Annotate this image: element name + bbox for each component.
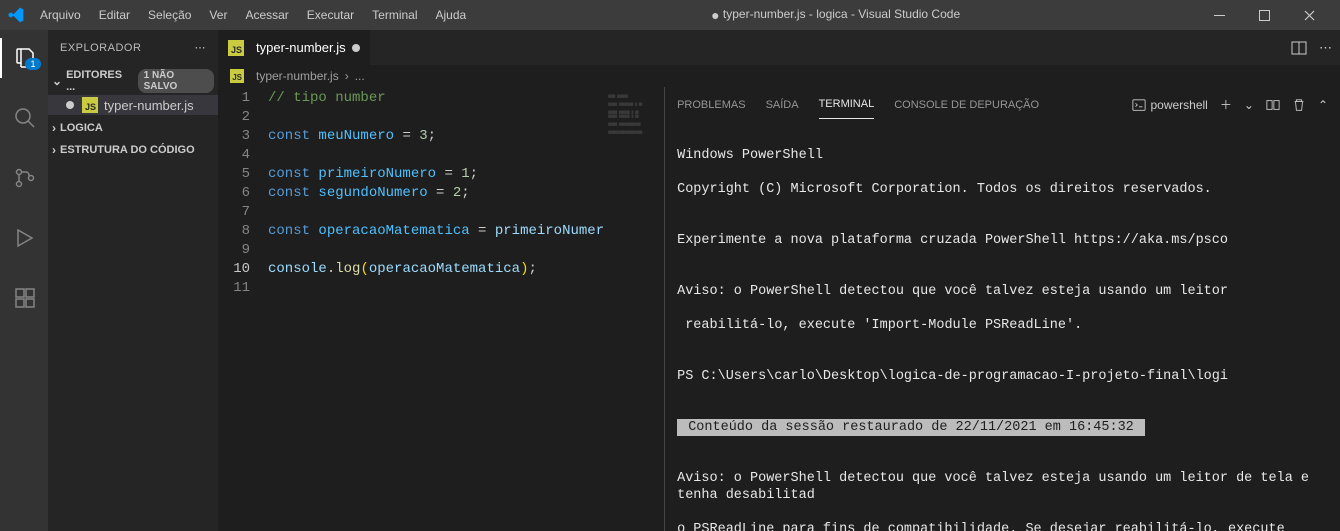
explorer-badge: 1 <box>25 58 40 70</box>
editor-tabs: JS typer-number.js ⋯ <box>218 30 1340 65</box>
close-button[interactable] <box>1287 0 1332 30</box>
panel-tabs: PROBLEMAS SAÍDA TERMINAL CONSOLE DE DEPU… <box>665 87 1340 122</box>
more-actions-icon[interactable]: ⋯ <box>1319 40 1332 56</box>
terminal-output[interactable]: Windows PowerShell Copyright (C) Microso… <box>665 122 1340 531</box>
menu-executar[interactable]: Executar <box>299 4 362 26</box>
kill-terminal-icon[interactable] <box>1292 98 1306 112</box>
sidebar: EXPLORADOR ⋯ ⌄ EDITORES ... 1 NÃO SALVO … <box>48 30 218 531</box>
menu-selecao[interactable]: Seleção <box>140 4 199 26</box>
tab-saida[interactable]: SAÍDA <box>766 91 799 119</box>
sidebar-more-icon[interactable]: ⋯ <box>195 41 207 54</box>
titlebar: Arquivo Editar Seleção Ver Acessar Execu… <box>0 0 1340 30</box>
tab-problemas[interactable]: PROBLEMAS <box>677 91 745 119</box>
minimize-button[interactable] <box>1197 0 1242 30</box>
menu-arquivo[interactable]: Arquivo <box>32 4 89 26</box>
chevron-down-icon: ⌄ <box>52 74 62 88</box>
editor-area: JS typer-number.js ⋯ JS typer-number.js … <box>218 30 1340 531</box>
chevron-right-icon: › <box>52 143 56 157</box>
terminal-panel: PROBLEMAS SAÍDA TERMINAL CONSOLE DE DEPU… <box>664 87 1340 531</box>
maximize-panel-icon[interactable]: ⌃ <box>1318 98 1328 112</box>
vscode-logo-icon <box>8 7 24 23</box>
menu-acessar[interactable]: Acessar <box>237 4 296 26</box>
open-editor-file[interactable]: JS typer-number.js <box>48 95 218 115</box>
menu-ver[interactable]: Ver <box>201 4 235 26</box>
dirty-indicator-icon <box>352 44 360 52</box>
chevron-right-icon: › <box>52 121 56 135</box>
maximize-button[interactable] <box>1242 0 1287 30</box>
activity-extensions[interactable] <box>0 278 48 318</box>
editor-tab[interactable]: JS typer-number.js <box>218 30 371 65</box>
activity-run-debug[interactable] <box>0 218 48 258</box>
activity-explorer[interactable]: 1 <box>0 38 48 78</box>
menu-ajuda[interactable]: Ajuda <box>428 4 475 26</box>
line-numbers: 1 2 3 4 5 6 7 8 9 10 11 <box>218 89 268 531</box>
split-terminal-icon[interactable] <box>1266 98 1280 112</box>
window-controls <box>1197 0 1332 30</box>
open-editor-filename: typer-number.js <box>104 98 194 113</box>
activity-source-control[interactable] <box>0 158 48 198</box>
js-file-icon: JS <box>228 40 244 56</box>
menu-editar[interactable]: Editar <box>91 4 138 26</box>
dirty-indicator-icon <box>66 101 74 109</box>
activity-search[interactable] <box>0 98 48 138</box>
breadcrumbs[interactable]: JS typer-number.js › ... <box>218 65 1340 87</box>
open-editors-label: EDITORES ... <box>66 69 132 93</box>
terminal-dropdown-icon[interactable]: ⌄ <box>1244 98 1254 112</box>
code-editor[interactable]: 1 2 3 4 5 6 7 8 9 10 11 // tipo number c… <box>218 87 664 531</box>
open-editors-section[interactable]: ⌄ EDITORES ... 1 NÃO SALVO <box>48 67 218 95</box>
sidebar-title: EXPLORADOR <box>60 42 141 54</box>
new-terminal-icon[interactable]: ＋ <box>1220 96 1232 113</box>
folder-logica-label: LOGICA <box>60 122 103 134</box>
tab-label: typer-number.js <box>256 40 346 55</box>
tab-console-depuracao[interactable]: CONSOLE DE DEPURAÇÃO <box>894 91 1039 119</box>
menu-terminal[interactable]: Terminal <box>364 4 425 26</box>
code-content[interactable]: // tipo number const meuNumero = 3; cons… <box>268 89 604 531</box>
folder-logica[interactable]: › LOGICA <box>48 119 218 137</box>
session-restored-banner: Conteúdo da sessão restaurado de 22/11/2… <box>677 419 1145 436</box>
sidebar-header: EXPLORADOR ⋯ <box>48 30 218 65</box>
unsaved-badge: 1 NÃO SALVO <box>138 69 214 93</box>
minimap[interactable]: ████ ██████ █████ ████████ █ ██ █████ ██… <box>604 89 664 531</box>
js-file-icon: JS <box>82 97 98 113</box>
breadcrumb-ellipsis: ... <box>355 69 365 83</box>
breadcrumb-file: typer-number.js <box>256 69 339 83</box>
js-file-icon: JS <box>230 69 244 83</box>
window-title: ● typer-number.js - logica - Visual Stud… <box>474 7 1197 23</box>
folder-outline[interactable]: › ESTRUTURA DO CÓDIGO <box>48 141 218 159</box>
split-editor-icon[interactable] <box>1291 40 1307 56</box>
terminal-profile[interactable]: powershell <box>1132 98 1207 112</box>
activity-bar: 1 <box>0 30 48 531</box>
menu-bar: Arquivo Editar Seleção Ver Acessar Execu… <box>32 4 474 26</box>
folder-outline-label: ESTRUTURA DO CÓDIGO <box>60 144 195 156</box>
breadcrumb-sep: › <box>345 69 349 83</box>
tab-terminal[interactable]: TERMINAL <box>819 90 875 119</box>
